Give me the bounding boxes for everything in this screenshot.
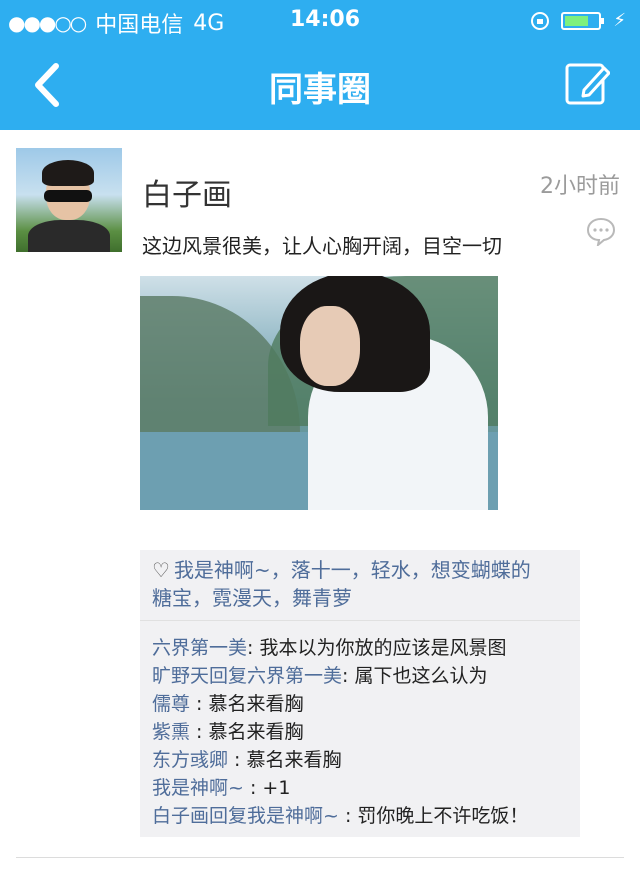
avatar[interactable]	[16, 148, 122, 252]
comment-author[interactable]: 紫熏	[152, 721, 190, 743]
comments-box: 六界第一美: 我本以为你放的应该是风景图 旷野天回复六界第一美: 属下也这么认为…	[140, 620, 580, 837]
feed: 白子画 2小时前 这边风景很美，让人心胸开阔，目空一切 ♡ 我是神啊~，落十一，轻…	[0, 130, 640, 895]
post-photo[interactable]	[140, 276, 498, 510]
comment-row[interactable]: 六界第一美: 我本以为你放的应该是风景图	[152, 633, 506, 660]
comment-text: 属下也这么认为	[354, 665, 488, 687]
avatar-hair	[42, 160, 94, 186]
signal-strength-icon: ●●●○○	[8, 11, 87, 35]
avatar-sunglasses	[44, 190, 92, 202]
post-username[interactable]: 白子画	[142, 170, 232, 214]
comment-row[interactable]: 紫熏 : 慕名来看胸	[152, 717, 304, 744]
edit-icon[interactable]	[564, 60, 610, 106]
comment-author[interactable]: 东方彧卿	[152, 749, 228, 771]
comment-separator: :	[228, 749, 247, 771]
comment-separator: :	[190, 693, 209, 715]
comment-text: +1	[262, 777, 291, 799]
likes-line-1[interactable]: 我是神啊~，落十一，轻水，想变蝴蝶的	[174, 558, 531, 582]
comment-author[interactable]: 六界第一美	[152, 637, 247, 659]
avatar-body	[28, 220, 110, 252]
comment-row[interactable]: 儒尊 : 慕名来看胸	[152, 689, 304, 716]
battery-icon	[561, 11, 605, 30]
comment-author[interactable]: 儒尊	[152, 693, 190, 715]
comment-author[interactable]: 旷野天回复六界第一美	[152, 665, 342, 687]
comment-row[interactable]: 我是神啊~ : +1	[152, 773, 290, 800]
comment-text: 慕名来看胸	[208, 693, 304, 715]
likes-list: ♡ 我是神啊~，落十一，轻水，想变蝴蝶的 糖宝，霓漫天，舞青萝	[152, 556, 572, 612]
comment-row[interactable]: 旷野天回复六界第一美: 属下也这么认为	[152, 661, 487, 688]
comment-separator: :	[342, 665, 355, 687]
post-time: 2小时前	[540, 174, 620, 199]
status-time: 14:06	[290, 7, 361, 32]
comment-row[interactable]: 东方彧卿 : 慕名来看胸	[152, 745, 342, 772]
likes-line-2[interactable]: 糖宝，霓漫天，舞青萝	[152, 586, 352, 610]
comment-row[interactable]: 白子画回复我是神啊~ : 罚你晚上不许吃饭！	[152, 801, 528, 828]
status-right: ⚡	[531, 10, 626, 31]
charging-bolt-icon: ⚡	[613, 10, 626, 31]
comment-text: 罚你晚上不许吃饭！	[357, 805, 529, 827]
comment-separator: :	[338, 805, 358, 827]
heart-icon: ♡	[152, 558, 170, 582]
status-left: ●●●○○ 中国电信 4G	[8, 7, 224, 39]
status-bar: ●●●○○ 中国电信 4G 14:06 ⚡	[0, 0, 640, 42]
comment-icon[interactable]	[586, 216, 616, 246]
comment-text: 我本以为你放的应该是风景图	[259, 637, 507, 659]
likes-box: ♡ 我是神啊~，落十一，轻水，想变蝴蝶的 糖宝，霓漫天，舞青萝	[140, 550, 580, 620]
comment-separator: :	[247, 637, 260, 659]
comment-author[interactable]: 我是神啊~	[152, 777, 244, 799]
nav-bar: 同事圈	[0, 42, 640, 130]
page-title: 同事圈	[269, 70, 371, 110]
comment-separator: :	[190, 721, 209, 743]
rotation-lock-icon	[531, 11, 550, 30]
battery-fill	[565, 15, 588, 26]
network-label: 4G	[193, 10, 225, 36]
post-divider	[16, 857, 624, 858]
comment-text: 慕名来看胸	[208, 721, 304, 743]
photo-person-face	[300, 306, 360, 386]
carrier-label: 中国电信	[95, 13, 184, 38]
comment-text: 慕名来看胸	[246, 749, 342, 771]
comment-separator: :	[243, 777, 263, 799]
comment-author[interactable]: 白子画回复我是神啊~	[152, 805, 339, 827]
post-text: 这边风景很美，让人心胸开阔，目空一切	[142, 234, 502, 258]
